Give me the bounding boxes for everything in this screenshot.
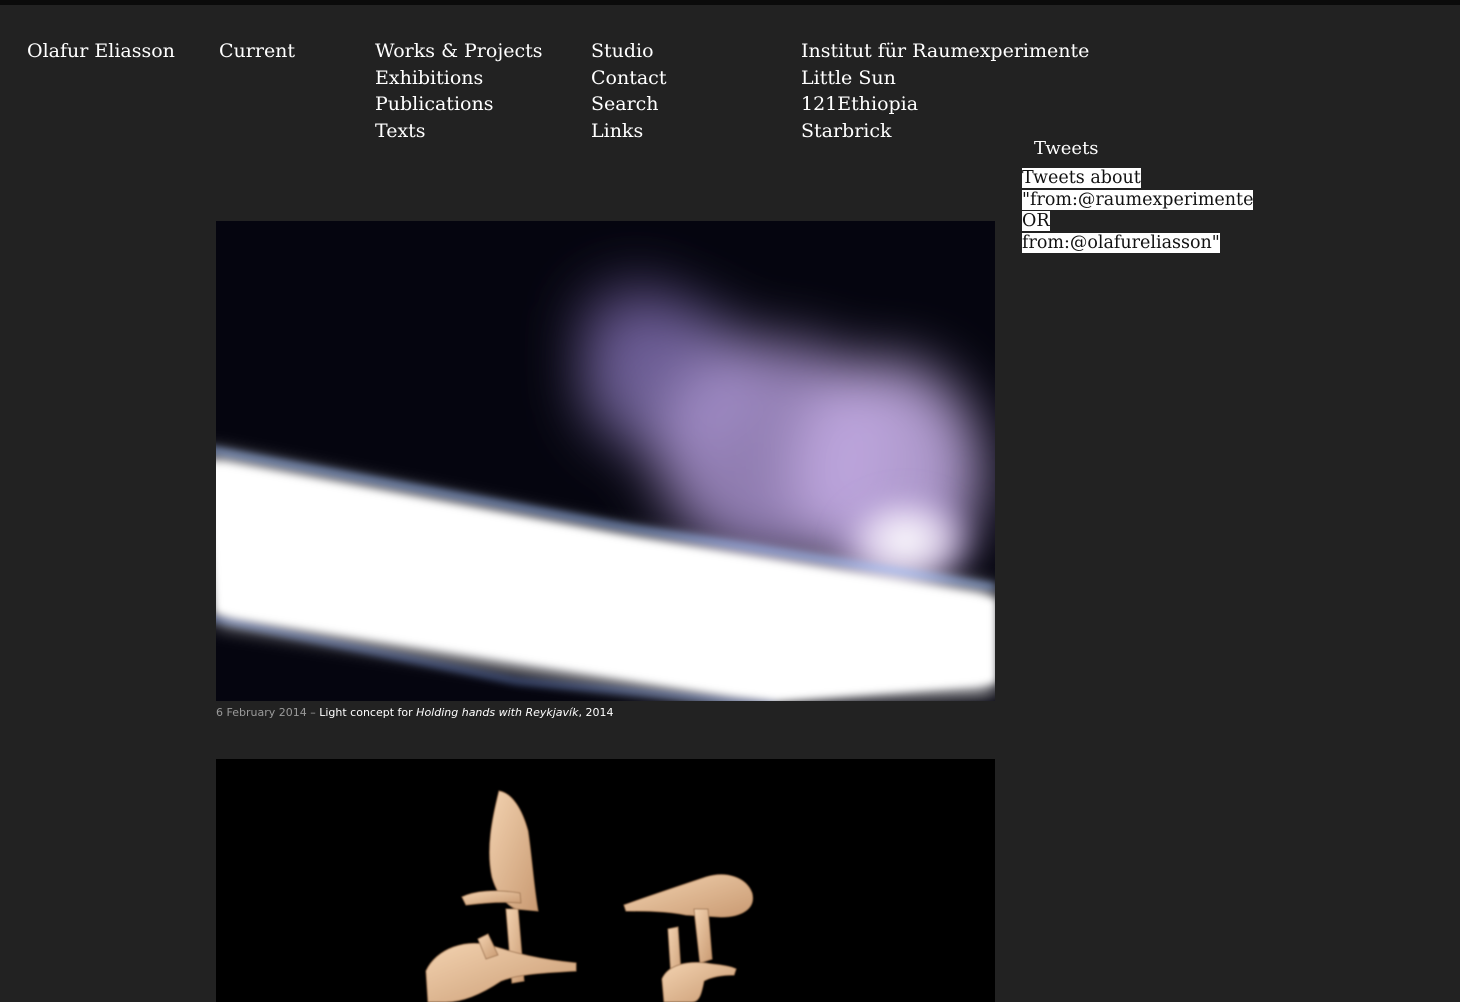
post-image-hands[interactable] bbox=[216, 759, 995, 1002]
tweets-widget[interactable]: Tweets about "from:@raumexperimente OR f… bbox=[1022, 168, 1272, 254]
nav-contact[interactable]: Contact bbox=[591, 65, 666, 92]
caption-prefix: Light concept for bbox=[319, 706, 417, 719]
nav-121ethiopia[interactable]: 121Ethiopia bbox=[801, 91, 1089, 118]
nav-texts[interactable]: Texts bbox=[375, 118, 542, 145]
post-caption: 6 February 2014 – Light concept for Hold… bbox=[216, 705, 613, 721]
nav-works-projects[interactable]: Works & Projects bbox=[375, 38, 542, 65]
light-streak-image bbox=[216, 221, 995, 701]
nav-links[interactable]: Links bbox=[591, 118, 666, 145]
tweets-query-line-2: from:@olafureliasson" bbox=[1022, 232, 1220, 253]
tweets-query-line-1: "from:@raumexperimente OR bbox=[1022, 189, 1254, 231]
site-title-link[interactable]: Olafur Eliasson bbox=[27, 38, 175, 65]
nav-column-studio: Studio Contact Search Links bbox=[591, 38, 666, 144]
caption-separator: – bbox=[306, 706, 320, 719]
nav-current[interactable]: Current bbox=[219, 38, 295, 65]
nav-search[interactable]: Search bbox=[591, 91, 666, 118]
nav-institut-raumexperimente[interactable]: Institut für Raumexperimente bbox=[801, 38, 1089, 65]
nav-column-works: Works & Projects Exhibitions Publication… bbox=[375, 38, 542, 144]
nav-publications[interactable]: Publications bbox=[375, 91, 542, 118]
post-image-light-concept[interactable] bbox=[216, 221, 995, 701]
caption-work-title[interactable]: Holding hands with Reykjavík bbox=[416, 706, 578, 719]
tweets-heading: Tweets bbox=[1034, 138, 1099, 159]
nav-exhibitions[interactable]: Exhibitions bbox=[375, 65, 542, 92]
hands-image bbox=[216, 759, 995, 1002]
nav-little-sun[interactable]: Little Sun bbox=[801, 65, 1089, 92]
caption-suffix: , 2014 bbox=[578, 706, 614, 719]
tweets-about-line: Tweets about bbox=[1022, 168, 1141, 188]
top-bar bbox=[0, 0, 1460, 5]
post-date: 6 February 2014 bbox=[216, 706, 307, 719]
nav-studio[interactable]: Studio bbox=[591, 38, 666, 65]
nav-column-projects: Institut für Raumexperimente Little Sun … bbox=[801, 38, 1089, 144]
